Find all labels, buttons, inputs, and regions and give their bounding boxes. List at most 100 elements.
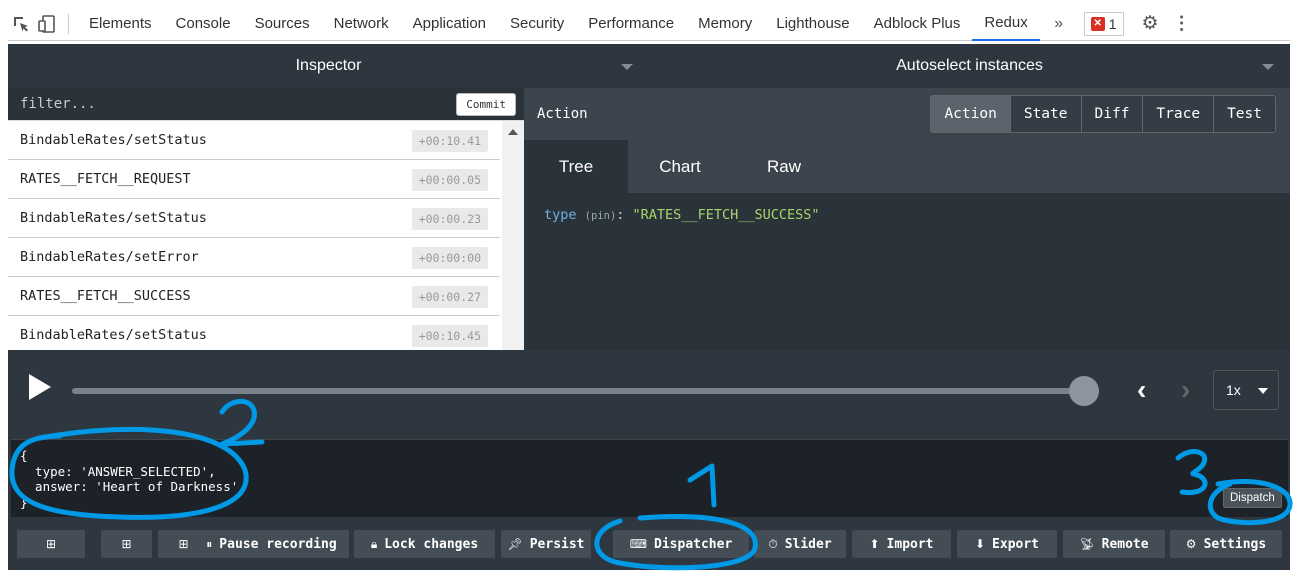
inspector-tab-group: Action State Diff Trace Test xyxy=(930,95,1276,133)
toolbar-divider xyxy=(68,13,69,34)
inspector-layout-button[interactable]: ⊞ xyxy=(101,530,152,558)
lock-icon: 🔒︎ xyxy=(370,536,378,551)
devtools-tab-network[interactable]: Network xyxy=(322,7,401,41)
action-rows: BindableRates/setStatus +00:10.41 RATES__F… xyxy=(8,121,524,350)
timer-icon: ⏱︎ xyxy=(768,536,778,551)
inspector-monitor: Action Action State Diff Trace Test Tree Char… xyxy=(524,88,1290,350)
gear-icon: ⚙ xyxy=(1185,537,1197,551)
export-button[interactable]: ⬇ Export xyxy=(957,530,1057,558)
instance-bar: Inspector Autoselect instances xyxy=(8,44,1290,88)
action-list-item[interactable]: RATES__FETCH__REQUEST +00:00.05 xyxy=(8,160,500,199)
play-icon[interactable] xyxy=(29,374,51,400)
layout-icon: ⊞ xyxy=(121,537,132,551)
subtab-chart[interactable]: Chart xyxy=(628,140,732,193)
error-count: 1 xyxy=(1108,15,1117,32)
layout-icon: ⊞ xyxy=(178,537,189,551)
speed-value: 1x xyxy=(1226,382,1241,398)
dispatcher-toggle-button[interactable]: ⌨ Dispatcher xyxy=(613,530,749,558)
action-list-item[interactable]: BindableRates/setError +00:00:00 xyxy=(8,238,500,277)
devtools-tab-elements[interactable]: Elements xyxy=(77,7,164,41)
inspector-tab-diff[interactable]: Diff xyxy=(1080,96,1143,132)
dispatch-button[interactable]: Dispatch xyxy=(1223,488,1282,508)
tree-value: "RATES__FETCH__SUCCESS" xyxy=(632,207,820,223)
import-button[interactable]: ⬆ Import xyxy=(852,530,951,558)
action-list-item[interactable]: BindableRates/setStatus +00:10.45 xyxy=(8,316,500,350)
code-line: answer: 'Heart of Darkness' xyxy=(20,479,239,494)
inspector-tab-action[interactable]: Action xyxy=(931,96,1010,132)
tree-pin[interactable]: (pin) xyxy=(585,210,617,222)
monitor-select[interactable]: Inspector xyxy=(8,44,649,88)
remote-label: Remote xyxy=(1101,536,1149,552)
import-label: Import xyxy=(886,536,934,552)
settings-button[interactable]: ⚙ Settings xyxy=(1170,530,1282,558)
speed-select[interactable]: 1x xyxy=(1213,370,1279,410)
devtools-tab-redux[interactable]: Redux xyxy=(972,7,1040,41)
dispatcher-code-editor[interactable]: { type: 'ANSWER_SELECTED', answer: 'Hear… xyxy=(20,448,238,510)
action-list-item[interactable]: BindableRates/setStatus +00:10.41 xyxy=(8,121,500,160)
code-line: { xyxy=(20,448,28,463)
dispatcher-label: Dispatcher xyxy=(654,536,733,552)
devtools-tab-sources[interactable]: Sources xyxy=(243,7,322,41)
inspector-tab-test[interactable]: Test xyxy=(1213,96,1275,132)
action-header: Action Action State Diff Trace Test xyxy=(524,88,1290,140)
lock-changes-button[interactable]: 🔒︎ Lock changes xyxy=(354,530,495,558)
filter-input[interactable]: filter... xyxy=(20,96,456,112)
action-name: BindableRates/setStatus xyxy=(20,132,207,148)
error-counter[interactable]: ✕ 1 xyxy=(1083,11,1124,36)
action-header-title: Action xyxy=(537,106,588,122)
pause-recording-button[interactable]: ⏸ Pause recording xyxy=(194,530,349,558)
devtools-tab-application[interactable]: Application xyxy=(401,7,498,41)
pause-recording-label: Pause recording xyxy=(219,536,337,552)
action-name: BindableRates/setStatus xyxy=(20,327,207,343)
persist-label: Persist xyxy=(529,536,585,552)
action-timestamp: +00:00:00 xyxy=(411,247,488,269)
more-tabs-icon[interactable]: » xyxy=(1048,15,1070,33)
devtools-tab-adblock-plus[interactable]: Adblock Plus xyxy=(862,7,973,41)
broadcast-icon: 📡︎ xyxy=(1079,537,1095,551)
slider-thumb[interactable] xyxy=(1069,376,1099,406)
action-subtabs: Tree Chart Raw xyxy=(524,140,1290,193)
export-label: Export xyxy=(992,536,1040,552)
step-forward-icon[interactable]: › xyxy=(1181,376,1190,404)
action-list-scrollbar[interactable] xyxy=(502,121,524,350)
scroll-up-icon[interactable] xyxy=(508,129,518,135)
inspect-element-icon[interactable] xyxy=(8,11,34,37)
slider-track[interactable] xyxy=(72,388,1094,394)
instance-select[interactable]: Autoselect instances xyxy=(649,44,1290,88)
step-back-icon[interactable]: ‹ xyxy=(1137,376,1146,404)
slider-toggle-button[interactable]: ⏱︎ Slider xyxy=(754,530,846,558)
pin-icon: 📌︎ xyxy=(507,537,523,551)
subtab-tree[interactable]: Tree xyxy=(524,140,628,193)
filter-row: filter... Commit xyxy=(8,88,524,121)
action-list-item[interactable]: BindableRates/setStatus +00:00.23 xyxy=(8,199,500,238)
devtools-tab-console[interactable]: Console xyxy=(164,7,243,41)
persist-button[interactable]: 📌︎ Persist xyxy=(501,530,591,558)
tree-key[interactable]: type xyxy=(544,207,577,223)
action-tree-view: type (pin): "RATES__FETCH__SUCCESS" xyxy=(524,193,1290,237)
devtools-tab-performance[interactable]: Performance xyxy=(576,7,686,41)
log-monitor-layout-button[interactable]: ⊞ xyxy=(17,530,85,558)
kebab-menu-icon[interactable]: ⋮ xyxy=(1173,13,1191,34)
code-line: type: 'ANSWER_SELECTED', xyxy=(20,463,216,479)
inspector-tab-trace[interactable]: Trace xyxy=(1142,96,1214,132)
action-list-item[interactable]: RATES__FETCH__SUCCESS +00:00.27 xyxy=(8,277,500,316)
pause-icon: ⏸ xyxy=(206,536,213,551)
remote-button[interactable]: 📡︎ Remote xyxy=(1063,530,1165,558)
settings-gear-icon[interactable]: ⚙ xyxy=(1142,12,1159,35)
devtools-tabs: Elements Console Sources Network Application… xyxy=(77,7,1040,41)
upload-icon: ⬆ xyxy=(869,537,880,551)
devtools-tab-memory[interactable]: Memory xyxy=(686,7,764,41)
action-timestamp: +00:10.41 xyxy=(411,130,488,152)
devtools-tab-security[interactable]: Security xyxy=(498,7,576,41)
action-name: BindableRates/setStatus xyxy=(20,210,207,226)
tree-colon: : xyxy=(616,207,625,223)
lock-changes-label: Lock changes xyxy=(384,536,479,552)
action-timestamp: +00:00.23 xyxy=(411,208,488,230)
commit-button[interactable]: Commit xyxy=(456,92,516,116)
layout-icon: ⊞ xyxy=(45,537,57,551)
action-name: BindableRates/setError xyxy=(20,249,199,265)
subtab-raw[interactable]: Raw xyxy=(732,140,836,193)
devtools-tab-lighthouse[interactable]: Lighthouse xyxy=(764,7,861,41)
device-toolbar-icon[interactable] xyxy=(34,11,60,37)
inspector-tab-state[interactable]: State xyxy=(1009,96,1081,132)
